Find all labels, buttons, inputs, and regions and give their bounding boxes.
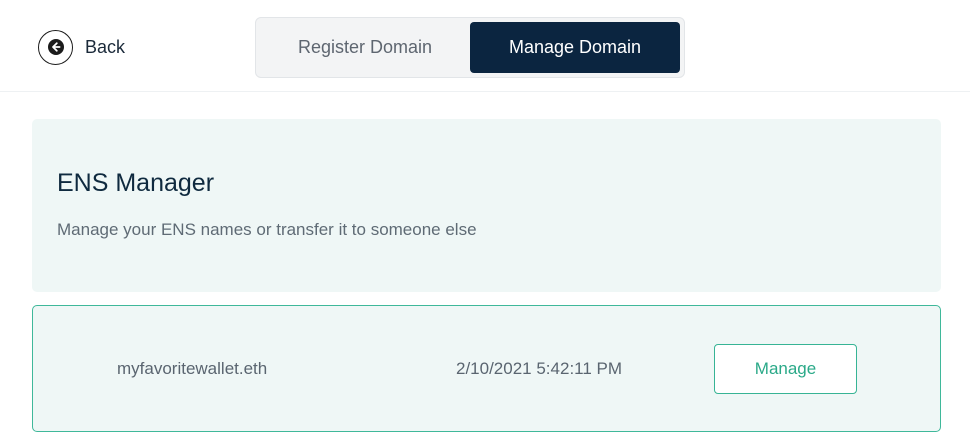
- back-label[interactable]: Back: [85, 37, 125, 58]
- domain-row: myfavoritewallet.eth 2/10/2021 5:42:11 P…: [32, 305, 941, 432]
- domain-tabs: Register Domain Manage Domain: [255, 17, 685, 78]
- manage-button[interactable]: Manage: [714, 344, 857, 394]
- ens-manager-panel: ENS Manager Manage your ENS names or tra…: [32, 119, 941, 292]
- back-button[interactable]: Back: [38, 29, 125, 65]
- tab-register-domain[interactable]: Register Domain: [261, 22, 469, 73]
- top-bar: Back Register Domain Manage Domain: [0, 0, 970, 92]
- page-subtitle: Manage your ENS names or transfer it to …: [57, 220, 477, 239]
- arrow-left-icon[interactable]: [38, 29, 73, 65]
- page-title: ENS Manager: [57, 169, 215, 197]
- domain-name: myfavoritewallet.eth: [117, 359, 268, 378]
- domain-date: 2/10/2021 5:42:11 PM: [456, 359, 623, 378]
- tab-manage-domain[interactable]: Manage Domain: [470, 22, 680, 73]
